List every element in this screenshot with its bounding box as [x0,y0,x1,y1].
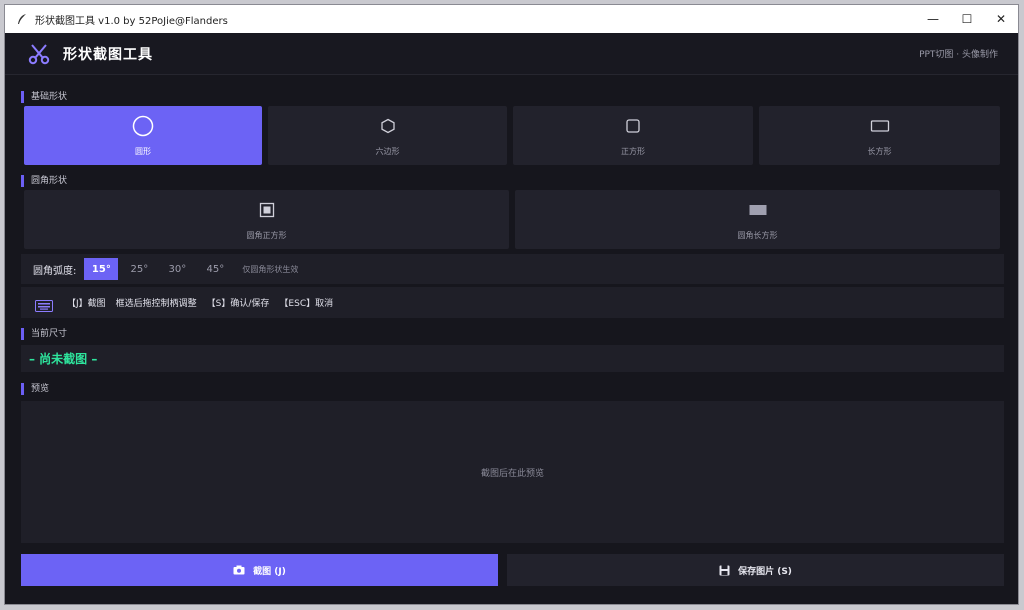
shape-label: 长方形 [867,147,892,156]
shape-card-rectangle[interactable]: 长方形 [759,106,1000,165]
section-label-rounded-shapes: 圆角形状 [21,175,67,187]
section-label-current-size: 当前尺寸 [21,328,67,340]
shape-label: 正方形 [621,147,645,156]
current-size-display: – 尚未截图 – [21,345,1004,372]
shape-card-circle[interactable]: 圆形 [24,106,262,165]
shape-card-rounded-rectangle[interactable]: 圆角长方形 [515,190,1000,249]
shape-card-rounded-square[interactable]: 圆角正方形 [24,190,509,249]
hexagon-icon [380,114,396,138]
minimize-button[interactable]: — [916,5,950,33]
feather-icon [15,12,29,26]
rounded-square-icon [259,198,275,222]
close-button[interactable]: ✕ [984,5,1018,33]
window-title: 形状截图工具 v1.0 by 52PoJie@Flanders [35,15,228,27]
square-icon [625,114,641,138]
camera-icon [233,565,245,575]
maximize-button[interactable]: ☐ [950,5,984,33]
radius-note: 仅圆角形状生效 [242,264,299,274]
radius-label: 圆角弧度: [33,265,77,277]
preview-area: 截图后在此预览 [21,401,1004,543]
app-subtitle: PPT切图 · 头像制作 [919,50,998,60]
rounded-rectangle-icon [748,198,768,222]
shape-card-hexagon[interactable]: 六边形 [268,106,507,165]
save-button-label: 保存图片 (S) [738,566,792,577]
shortcut-hints: 【J】截图 框选后拖控制柄调整 【S】确认/保存 【ESC】取消 [21,287,1004,318]
preview-placeholder: 截图后在此预览 [480,468,544,479]
keyboard-icon [35,297,53,312]
circle-icon [132,114,154,138]
scissors-icon [27,42,51,66]
app-header: 形状截图工具 PPT切图 · 头像制作 [5,33,1018,75]
radius-option-25[interactable]: 25° [122,258,156,280]
radius-option-45[interactable]: 45° [198,258,232,280]
current-size-value: – 尚未截图 – [29,352,98,366]
rectangle-icon [870,114,890,138]
capture-button-label: 截图 (J) [253,566,286,577]
hint-save: 【S】确认/保存 [206,299,270,309]
section-label-preview: 预览 [21,383,49,395]
hint-capture: 【J】截图 [67,299,106,309]
shape-label: 圆形 [135,147,151,156]
shape-card-square[interactable]: 正方形 [513,106,753,165]
radius-option-15[interactable]: 15° [84,258,119,280]
radius-option-30[interactable]: 30° [160,258,194,280]
capture-button[interactable]: 截图 (J) [21,554,498,586]
shape-label: 圆角长方形 [737,231,778,240]
hint-cancel: 【ESC】取消 [279,299,334,309]
title-bar[interactable]: 形状截图工具 v1.0 by 52PoJie@Flanders — ☐ ✕ [5,5,1018,33]
app-title: 形状截图工具 [63,46,153,63]
window-controls: — ☐ ✕ [916,5,1018,33]
radius-selector: 圆角弧度: 15° 25° 30° 45° 仅圆角形状生效 [21,254,1004,284]
shape-label: 圆角正方形 [246,231,287,240]
hint-adjust: 框选后拖控制柄调整 [115,299,197,309]
app-window: 形状截图工具 v1.0 by 52PoJie@Flanders — ☐ ✕ 形状… [4,4,1019,605]
section-label-basic-shapes: 基础形状 [21,91,67,103]
shape-label: 六边形 [375,147,400,156]
floppy-disk-icon [719,565,730,576]
save-button[interactable]: 保存图片 (S) [507,554,1004,586]
